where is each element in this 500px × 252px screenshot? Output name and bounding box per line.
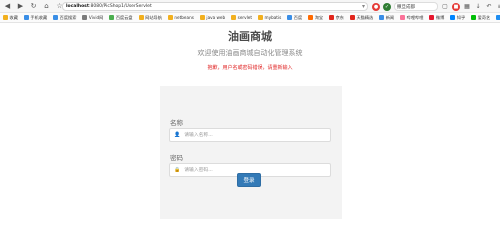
bookmark-item[interactable]: 爱奇艺 <box>471 15 490 21</box>
bookmark-label: java web <box>206 15 226 20</box>
bookmark-item[interactable]: 收藏 <box>3 15 18 21</box>
extension-icon[interactable]: ▢ <box>441 3 449 10</box>
bookmark-item[interactable]: 天猫精选 <box>349 14 374 21</box>
name-label: 名称 <box>170 119 183 127</box>
url-text: localhost:8080/PicShop1/UserServlet <box>66 4 152 9</box>
error-message: 抱歉，用户名或密码错误，请重新输入 <box>207 65 293 71</box>
menu-icon[interactable]: ≡ <box>496 3 500 10</box>
bookmark-icon <box>471 15 477 20</box>
login-button[interactable]: 登录 <box>237 173 261 187</box>
bookmark-icon <box>308 15 314 20</box>
bookmark-item[interactable]: 百度 <box>287 15 302 21</box>
bookmark-item[interactable]: 百度云盘 <box>109 14 133 21</box>
bookmark-icon <box>379 15 385 20</box>
page-subtitle: 欢迎使用油画商城自动化管理系统 <box>197 49 303 57</box>
bookmark-label: servlet <box>237 15 253 20</box>
bookmark-item[interactable]: java web <box>199 15 226 20</box>
dropdown-icon[interactable]: ▾ <box>362 3 365 10</box>
toolbar-right: ● ✓ 撒旦成都 ▢ ■ ▦ ↓ ↶ ≡ – <box>372 1 500 12</box>
bookmark-item[interactable]: 微博 <box>429 15 444 21</box>
bookmark-label: 天猫精选 <box>356 14 374 20</box>
bookmark-label: 京东 <box>335 14 344 20</box>
bookmark-item[interactable]: 京东 <box>329 15 344 21</box>
bookmark-label: 百度搜索 <box>59 14 77 20</box>
name-input[interactable] <box>184 130 325 140</box>
bookmark-icon <box>429 15 435 20</box>
bookmark-item[interactable]: servlet <box>231 15 252 20</box>
bookmark-icon <box>450 15 456 20</box>
bookmark-label: 收藏 <box>9 14 18 20</box>
bookmark-icon <box>167 15 173 20</box>
adblock-icon[interactable]: ■ <box>452 2 460 11</box>
bookmark-icon <box>231 15 237 20</box>
grid-icon[interactable]: ▦ <box>463 3 471 10</box>
bookmarks-bar: 收藏 手机收藏 百度搜索 Vivid网 百度云盘 网站导航 netbeans java web… <box>0 13 500 23</box>
back-icon[interactable]: ◀ <box>2 1 13 12</box>
password-label: 密码 <box>170 154 183 162</box>
bookmark-label: 百度云盘 <box>115 14 133 20</box>
extension-search[interactable]: 撒旦成都 <box>394 2 438 11</box>
home-icon[interactable]: ⌂ <box>41 1 52 12</box>
browser-toolbar: ◀ ▶ ↻ ⌂ ☆ localhost:8080/PicShop1/UserSe… <box>0 0 500 13</box>
bookmark-item[interactable]: Vivid网 <box>82 15 103 21</box>
user-icon: 👤 <box>174 132 181 138</box>
bookmark-item[interactable]: 手机收藏 <box>23 14 48 21</box>
bookmark-item[interactable]: 新闻 <box>379 15 394 21</box>
bookmark-icon <box>23 15 29 20</box>
bookmark-icon <box>258 15 264 20</box>
page-title: 油画商城 <box>228 30 272 43</box>
bookmark-label: 新闻 <box>385 14 395 20</box>
security-icon[interactable]: ✓ <box>383 2 391 11</box>
bookmark-item[interactable]: 百度搜索 <box>53 15 76 21</box>
bookmark-icon <box>82 15 88 20</box>
bookmark-icon <box>109 15 115 20</box>
undo-icon[interactable]: ↶ <box>485 3 493 10</box>
bookmark-item[interactable]: 网站导航 <box>138 14 162 21</box>
login-panel <box>160 86 342 219</box>
bookmark-item[interactable]: netbeans <box>167 15 194 20</box>
bookmark-label: 百度 <box>293 14 303 20</box>
bookmark-item[interactable]: 淘宝 <box>308 15 323 21</box>
bookmark-label: 手机收藏 <box>30 14 48 20</box>
bookmark-icon <box>3 15 8 20</box>
bookmark-item[interactable]: 知乎 <box>450 15 465 21</box>
bookmark-icon <box>349 15 355 20</box>
bookmark-icon <box>199 15 205 20</box>
bookmark-icon <box>138 15 144 20</box>
bookmark-icon <box>287 15 293 20</box>
bookmark-label: Vivid网 <box>88 14 104 20</box>
address-bar[interactable]: localhost:8080/PicShop1/UserServlet ▾ <box>62 2 368 11</box>
bookmark-icon <box>400 15 406 20</box>
name-field[interactable]: 👤 <box>169 128 331 142</box>
bookmark-icon <box>496 15 500 20</box>
record-icon[interactable]: ● <box>372 2 380 11</box>
bookmark-icon <box>53 15 59 20</box>
download-icon[interactable]: ↓ <box>474 3 482 10</box>
bookmark-label: 知乎 <box>456 14 466 20</box>
bookmark-label: 哔哩哔哩 <box>406 14 424 20</box>
reload-icon[interactable]: ↻ <box>28 1 39 12</box>
bookmark-item[interactable]: 优酷 <box>496 15 500 21</box>
bookmark-label: mybatis <box>264 15 282 20</box>
bookmark-item[interactable]: mybatis <box>258 15 281 20</box>
bookmark-label: netbeans <box>174 15 194 20</box>
bookmark-label: 网站导航 <box>145 14 162 20</box>
bookmark-label: 微博 <box>435 14 445 20</box>
lock-icon: 🔒 <box>174 167 181 173</box>
forward-icon[interactable]: ▶ <box>15 1 26 12</box>
bookmark-label: 淘宝 <box>314 14 324 20</box>
bookmark-icon <box>329 15 335 20</box>
bookmark-label: 爱奇艺 <box>477 14 491 20</box>
bookmark-item[interactable]: 哔哩哔哩 <box>400 15 423 21</box>
